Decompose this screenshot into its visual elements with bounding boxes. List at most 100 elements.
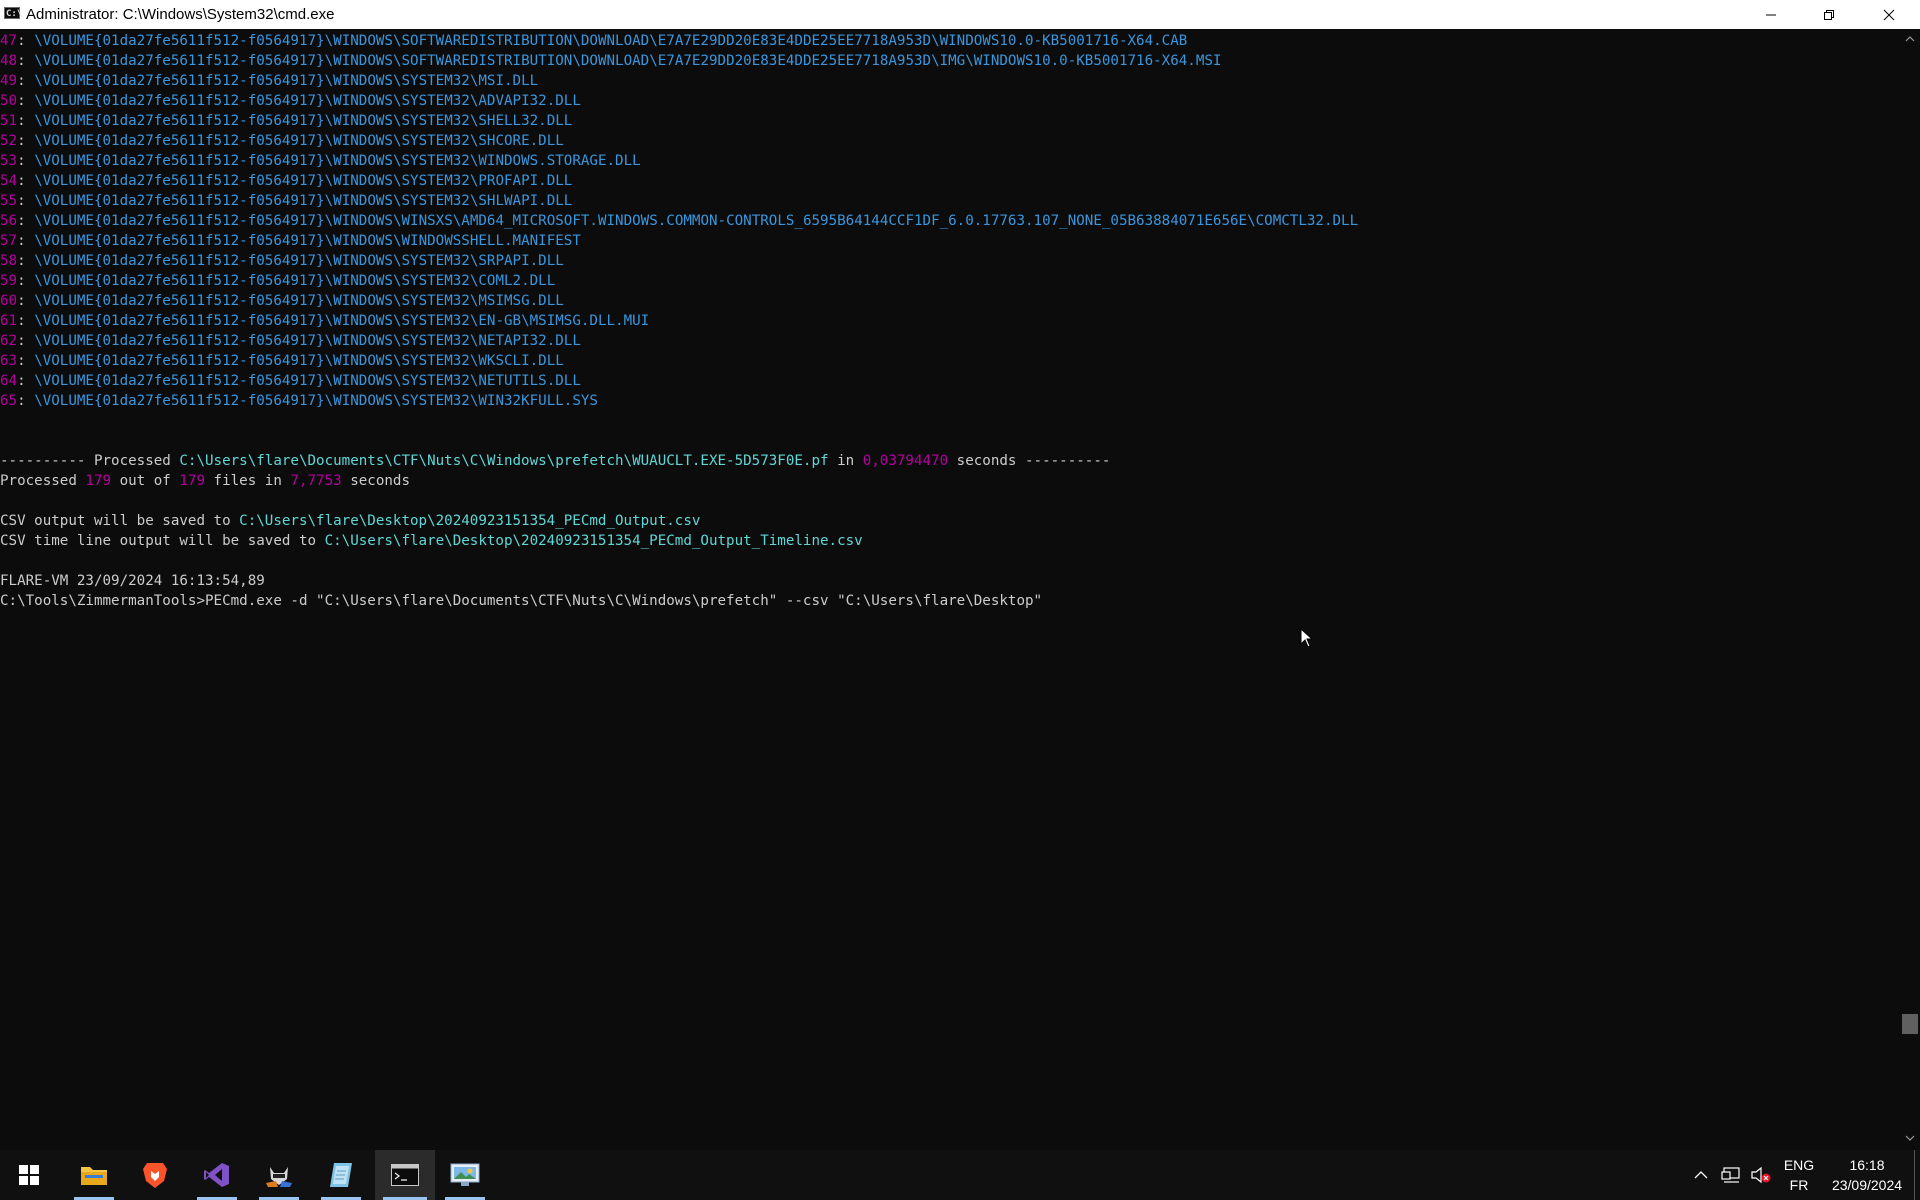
- volume-prefix: \VOLUME{01da27fe5611f512-f0564917}: [34, 353, 325, 369]
- volume-prefix: \VOLUME{01da27fe5611f512-f0564917}: [34, 53, 325, 69]
- command-prompt-line[interactable]: C:\Tools\ZimmermanTools>PECmd.exe -d "C:…: [0, 591, 1900, 611]
- line-number: 62: [0, 333, 18, 349]
- close-button[interactable]: [1858, 0, 1920, 29]
- module-listing-line: 65: \VOLUME{01da27fe5611f512-f0564917}\W…: [0, 393, 598, 409]
- summary-line: Processed 179 out of 179 files in 7,7753…: [0, 471, 1900, 491]
- line-number: 52: [0, 133, 18, 149]
- line-number: 49: [0, 73, 18, 89]
- line-number: 56: [0, 213, 18, 229]
- taskbar-screen-viewer[interactable]: [437, 1150, 493, 1200]
- module-path: \WINDOWS\SYSTEM32\WKSCLI.DLL: [324, 353, 564, 369]
- restore-button[interactable]: [1800, 0, 1858, 29]
- module-listing-line: 47: \VOLUME{01da27fe5611f512-f0564917}\W…: [0, 33, 1188, 49]
- processed-in: in: [828, 453, 863, 469]
- line-number: 55: [0, 193, 18, 209]
- volume-prefix: \VOLUME{01da27fe5611f512-f0564917}: [34, 193, 325, 209]
- module-path: \WINDOWS\SYSTEM32\SHELL32.DLL: [324, 113, 573, 129]
- processed-file-line: ---------- Processed C:\Users\flare\Docu…: [0, 451, 1900, 471]
- windows-logo-icon: [19, 1165, 39, 1185]
- close-icon: [1883, 9, 1895, 20]
- timeline-output-line: CSV time line output will be saved to C:…: [0, 531, 1900, 551]
- module-listing-line: 48: \VOLUME{01da27fe5611f512-f0564917}\W…: [0, 53, 1222, 69]
- window-title: Administrator: C:\Windows\System32\cmd.e…: [26, 6, 335, 23]
- line-number: 59: [0, 273, 18, 289]
- module-path: \WINDOWS\SYSTEM32\WIN32KFULL.SYS: [324, 393, 598, 409]
- clock-date: 23/09/2024: [1831, 1177, 1903, 1193]
- module-path: \WINDOWS\SYSTEM32\MSIMSG.DLL: [324, 293, 564, 309]
- module-listing-line: 51: \VOLUME{01da27fe5611f512-f0564917}\W…: [0, 113, 573, 129]
- taskbar-visual-studio[interactable]: [189, 1150, 245, 1200]
- line-number: 48: [0, 53, 18, 69]
- clock-button[interactable]: 16:18 23/09/2024: [1822, 1150, 1912, 1200]
- visual-studio-icon: [204, 1163, 229, 1187]
- taskbar-file-explorer[interactable]: [66, 1150, 122, 1200]
- input-language-button[interactable]: ENG FR: [1778, 1150, 1820, 1200]
- show-desktop-button[interactable]: [1914, 1150, 1920, 1200]
- network-icon: [1721, 1167, 1740, 1183]
- volume-prefix: \VOLUME{01da27fe5611f512-f0564917}: [34, 233, 325, 249]
- minimize-button[interactable]: [1742, 0, 1800, 29]
- scroll-down-arrow-icon[interactable]: [1905, 1134, 1915, 1142]
- line-number: 47: [0, 33, 18, 49]
- module-listing-line: 55: \VOLUME{01da27fe5611f512-f0564917}\W…: [0, 193, 573, 209]
- folder-icon: [81, 1167, 107, 1185]
- module-path: \WINDOWS\SYSTEM32\SHLWAPI.DLL: [324, 193, 573, 209]
- vertical-scrollbar[interactable]: [1900, 29, 1920, 1150]
- module-path: \WINDOWS\WINSXS\AMD64_MICROSOFT.WINDOWS.…: [324, 213, 1359, 229]
- taskbar-command-prompt[interactable]: [375, 1150, 435, 1200]
- module-listing-line: 56: \VOLUME{01da27fe5611f512-f0564917}\W…: [0, 213, 1359, 229]
- summary-text: seconds: [341, 473, 411, 489]
- module-path: \WINDOWS\SYSTEM32\COML2.DLL: [324, 273, 556, 289]
- module-path: \WINDOWS\SYSTEM32\NETUTILS.DLL: [324, 373, 581, 389]
- restore-icon: [1824, 9, 1834, 20]
- processed-suffix: seconds ----------: [948, 453, 1111, 469]
- volume-prefix: \VOLUME{01da27fe5611f512-f0564917}: [34, 93, 325, 109]
- network-status-button[interactable]: [1717, 1150, 1745, 1200]
- module-listing-line: 49: \VOLUME{01da27fe5611f512-f0564917}\W…: [0, 73, 539, 89]
- summary-count: 179: [85, 473, 112, 489]
- summary-time: 7,7753: [290, 473, 342, 489]
- notepad-icon: [330, 1163, 352, 1187]
- volume-button[interactable]: [1747, 1150, 1775, 1200]
- line-number: 54: [0, 173, 18, 189]
- module-listing-line: 59: \VOLUME{01da27fe5611f512-f0564917}\W…: [0, 273, 556, 289]
- csv-output-line: CSV output will be saved to C:\Users\fla…: [0, 511, 1900, 531]
- minimize-icon: [1766, 14, 1776, 15]
- language-code: ENG: [1783, 1157, 1815, 1173]
- title-bar[interactable]: C:\ Administrator: C:\Windows\System32\c…: [0, 0, 1920, 29]
- volume-prefix: \VOLUME{01da27fe5611f512-f0564917}: [34, 113, 325, 129]
- taskbar-debugger[interactable]: [251, 1150, 307, 1200]
- module-path: \WINDOWS\WINDOWSSHELL.MANIFEST: [324, 233, 581, 249]
- show-hidden-icons-button[interactable]: [1688, 1150, 1714, 1200]
- volume-prefix: \VOLUME{01da27fe5611f512-f0564917}: [34, 153, 325, 169]
- taskbar-brave-browser[interactable]: [127, 1150, 183, 1200]
- summary-text: out of: [111, 473, 180, 489]
- line-number: 51: [0, 113, 18, 129]
- console-output[interactable]: 47: \VOLUME{01da27fe5611f512-f0564917}\W…: [0, 31, 1900, 1149]
- volume-prefix: \VOLUME{01da27fe5611f512-f0564917}: [34, 333, 325, 349]
- terminal-icon: [391, 1164, 419, 1186]
- module-listing-line: 64: \VOLUME{01da27fe5611f512-f0564917}\W…: [0, 373, 581, 389]
- volume-prefix: \VOLUME{01da27fe5611f512-f0564917}: [34, 393, 325, 409]
- module-path: \WINDOWS\SYSTEM32\PROFAPI.DLL: [324, 173, 573, 189]
- volume-prefix: \VOLUME{01da27fe5611f512-f0564917}: [34, 73, 325, 89]
- scroll-up-arrow-icon[interactable]: [1905, 35, 1915, 43]
- module-listing-line: 53: \VOLUME{01da27fe5611f512-f0564917}\W…: [0, 153, 641, 169]
- taskbar-notes-app[interactable]: [313, 1150, 369, 1200]
- module-path: \WINDOWS\SYSTEM32\WINDOWS.STORAGE.DLL: [324, 153, 641, 169]
- processed-seconds-value: 0,03794470: [862, 453, 949, 469]
- timeline-path: C:\Users\flare\Desktop\20240923151354_PE…: [324, 533, 863, 549]
- scrollbar-thumb[interactable]: [1902, 1014, 1918, 1034]
- module-path: \WINDOWS\SYSTEM32\SRPAPI.DLL: [324, 253, 564, 269]
- processed-file-path: C:\Users\flare\Documents\CTF\Nuts\C\Wind…: [179, 453, 829, 469]
- line-number: 50: [0, 93, 18, 109]
- start-button[interactable]: [0, 1150, 58, 1200]
- volume-prefix: \VOLUME{01da27fe5611f512-f0564917}: [34, 33, 325, 49]
- line-number: 57: [0, 233, 18, 249]
- line-number: 53: [0, 153, 18, 169]
- cmd-app-icon[interactable]: C:\: [4, 7, 22, 19]
- summary-total: 179: [179, 473, 206, 489]
